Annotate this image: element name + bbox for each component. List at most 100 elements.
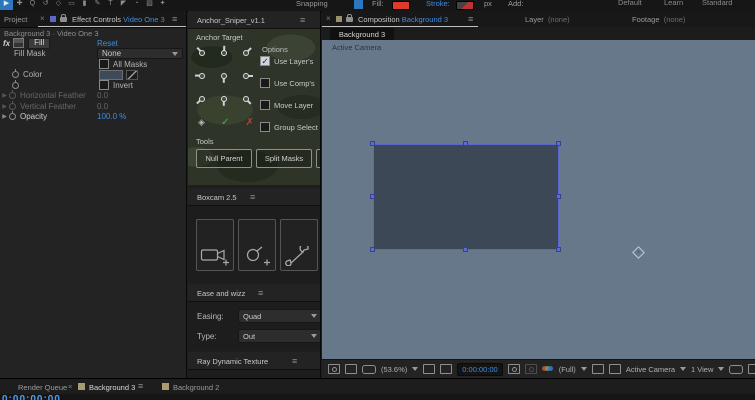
option-use-layers[interactable]: Use Layer's xyxy=(260,56,320,66)
close-icon[interactable]: × xyxy=(40,14,45,23)
effect-header-row[interactable]: fx Fill Reset xyxy=(0,37,186,49)
invert-checkbox[interactable] xyxy=(99,80,109,91)
clone-stamp-tool-icon[interactable]: ◔ xyxy=(130,0,143,10)
anchor-top-right-icon[interactable] xyxy=(238,45,254,61)
split-masks-button[interactable]: Split Masks xyxy=(256,149,312,168)
fill-label[interactable]: Fill: xyxy=(372,0,384,8)
current-time-display[interactable]: 0:00:00:00 xyxy=(457,362,503,376)
extended-viewer-icon[interactable] xyxy=(362,364,376,374)
panel-menu-icon[interactable]: ≡ xyxy=(468,14,473,24)
anchor-center-icon[interactable] xyxy=(216,68,232,84)
tab-composition[interactable]: Composition Background 3 xyxy=(358,15,448,24)
tab-background-3[interactable]: Background 3 xyxy=(89,383,135,392)
handle-mid-right[interactable] xyxy=(556,194,561,199)
apply-check-icon[interactable]: ✓ xyxy=(221,117,229,128)
boxcam-camera-button[interactable] xyxy=(196,219,234,271)
transparency-grid-icon[interactable] xyxy=(608,364,621,374)
stopwatch-icon[interactable] xyxy=(9,90,16,100)
easing-dropdown[interactable]: Quad xyxy=(238,309,320,323)
pan-behind-tool-icon[interactable]: ▭ xyxy=(65,0,78,10)
anchor-mid-right-icon[interactable] xyxy=(238,68,254,84)
rotate-tool-icon[interactable]: ◇ xyxy=(52,0,65,10)
tab-render-queue[interactable]: Render Queue xyxy=(18,383,67,392)
use-layers-checkbox[interactable] xyxy=(260,56,270,66)
move-layer-checkbox[interactable] xyxy=(260,100,270,110)
timeline-current-time[interactable]: 0:00:00:00 xyxy=(2,394,61,400)
zoom-tool-icon[interactable]: Q xyxy=(26,0,39,10)
snapshot-icon[interactable] xyxy=(507,364,520,374)
eraser-tool-icon[interactable]: ▨ xyxy=(143,0,156,10)
horizontal-feather-value[interactable]: 0.0 xyxy=(97,91,108,100)
panel-menu-icon[interactable]: ≡ xyxy=(138,381,143,391)
lock-icon[interactable] xyxy=(346,14,353,22)
null-parent-button[interactable]: Null Parent xyxy=(196,149,252,168)
shape-tool-icon[interactable]: ▮ xyxy=(78,0,91,10)
effect-name[interactable]: Fill xyxy=(28,37,51,49)
anchor-top-left-icon[interactable] xyxy=(194,45,210,61)
anchor-mid-left-icon[interactable] xyxy=(194,68,210,84)
color-swatch[interactable] xyxy=(99,69,123,80)
panel-menu-icon[interactable]: ≡ xyxy=(300,15,305,25)
channels-icon[interactable] xyxy=(541,365,554,373)
viewer-tab-background-3[interactable]: Background 3 xyxy=(330,28,394,40)
workspace-standard[interactable]: Standard xyxy=(702,0,732,7)
group-select-checkbox[interactable] xyxy=(260,122,270,132)
grid-guides-icon[interactable] xyxy=(423,364,436,374)
cancel-x-icon[interactable]: ✗ xyxy=(246,117,254,128)
fast-previews-icon[interactable] xyxy=(748,364,755,374)
handle-mid-left[interactable] xyxy=(370,194,375,199)
cutoff-tool-button[interactable] xyxy=(316,149,320,168)
tab-background-2[interactable]: Background 2 xyxy=(173,383,219,392)
anchor-bottom-left-icon[interactable] xyxy=(194,91,210,107)
close-icon[interactable]: × xyxy=(68,382,72,391)
view-layout-select[interactable]: 1 View xyxy=(691,365,713,374)
panel-menu-icon[interactable]: ≡ xyxy=(292,356,297,366)
tab-layer[interactable]: Layer (none) xyxy=(525,15,570,24)
panel-menu-icon[interactable]: ≡ xyxy=(172,14,177,24)
all-masks-checkbox[interactable] xyxy=(99,59,109,70)
handle-bottom-center[interactable] xyxy=(463,247,468,252)
camera-view-select[interactable]: Active Camera xyxy=(626,365,675,374)
roto-brush-tool-icon[interactable]: ✦ xyxy=(156,0,169,10)
magnification-select[interactable]: (53.6%) xyxy=(381,365,407,374)
resolution-select[interactable]: (Full) xyxy=(559,365,576,374)
pixel-aspect-icon[interactable] xyxy=(729,364,744,374)
region-of-interest-icon[interactable] xyxy=(591,364,604,374)
handle-top-right[interactable] xyxy=(556,141,561,146)
handle-top-left[interactable] xyxy=(370,141,375,146)
anchor-bottom-right-icon[interactable] xyxy=(238,91,254,107)
selection-tool-icon[interactable]: ▶ xyxy=(0,0,13,10)
panel-menu-icon[interactable]: ≡ xyxy=(258,288,263,298)
pen-tool-icon[interactable]: ✎ xyxy=(91,0,104,10)
handle-top-center[interactable] xyxy=(463,141,468,146)
orbit-tool-icon[interactable]: ↺ xyxy=(39,0,52,10)
type-dropdown[interactable]: Out xyxy=(238,329,320,343)
snapping-label[interactable]: Snapping xyxy=(296,0,328,8)
boxcam-header[interactable]: Boxcam 2.5 ≡ xyxy=(188,188,320,206)
brush-tool-icon[interactable]: ◤ xyxy=(117,0,130,10)
stopwatch-icon[interactable] xyxy=(9,111,16,121)
diamond-anchor-icon[interactable]: ◈ xyxy=(198,117,205,128)
selected-shape-layer[interactable] xyxy=(373,144,559,250)
stopwatch-icon[interactable] xyxy=(12,79,19,89)
tab-project[interactable]: Project xyxy=(4,15,27,24)
handle-bottom-right[interactable] xyxy=(556,247,561,252)
stopwatch-icon[interactable] xyxy=(9,100,16,110)
workspace-learn[interactable]: Learn xyxy=(664,0,683,7)
panel-menu-icon[interactable]: ≡ xyxy=(250,192,255,202)
use-comps-checkbox[interactable] xyxy=(260,78,270,88)
draft-3d-icon[interactable] xyxy=(345,364,357,374)
composition-viewport[interactable]: Active Camera xyxy=(322,40,755,360)
stroke-color-swatch[interactable] xyxy=(456,1,474,10)
ray-dynamic-texture-header[interactable]: Ray Dynamic Texture ≡ xyxy=(188,352,320,370)
fill-color-swatch[interactable] xyxy=(392,1,410,10)
twirl-icon[interactable]: ▶ xyxy=(0,103,9,110)
ease-and-wizz-header[interactable]: Ease and wizz ≡ xyxy=(188,284,320,302)
lock-icon[interactable] xyxy=(60,14,67,22)
workspace-default[interactable]: Default xyxy=(618,0,642,7)
boxcam-settings-button[interactable] xyxy=(280,219,318,271)
layer-anchor-point-icon[interactable] xyxy=(632,246,645,259)
mask-visibility-toggle-icon[interactable] xyxy=(354,0,363,9)
always-preview-icon[interactable] xyxy=(328,364,340,374)
option-group-select[interactable]: Group Select xyxy=(260,122,320,132)
